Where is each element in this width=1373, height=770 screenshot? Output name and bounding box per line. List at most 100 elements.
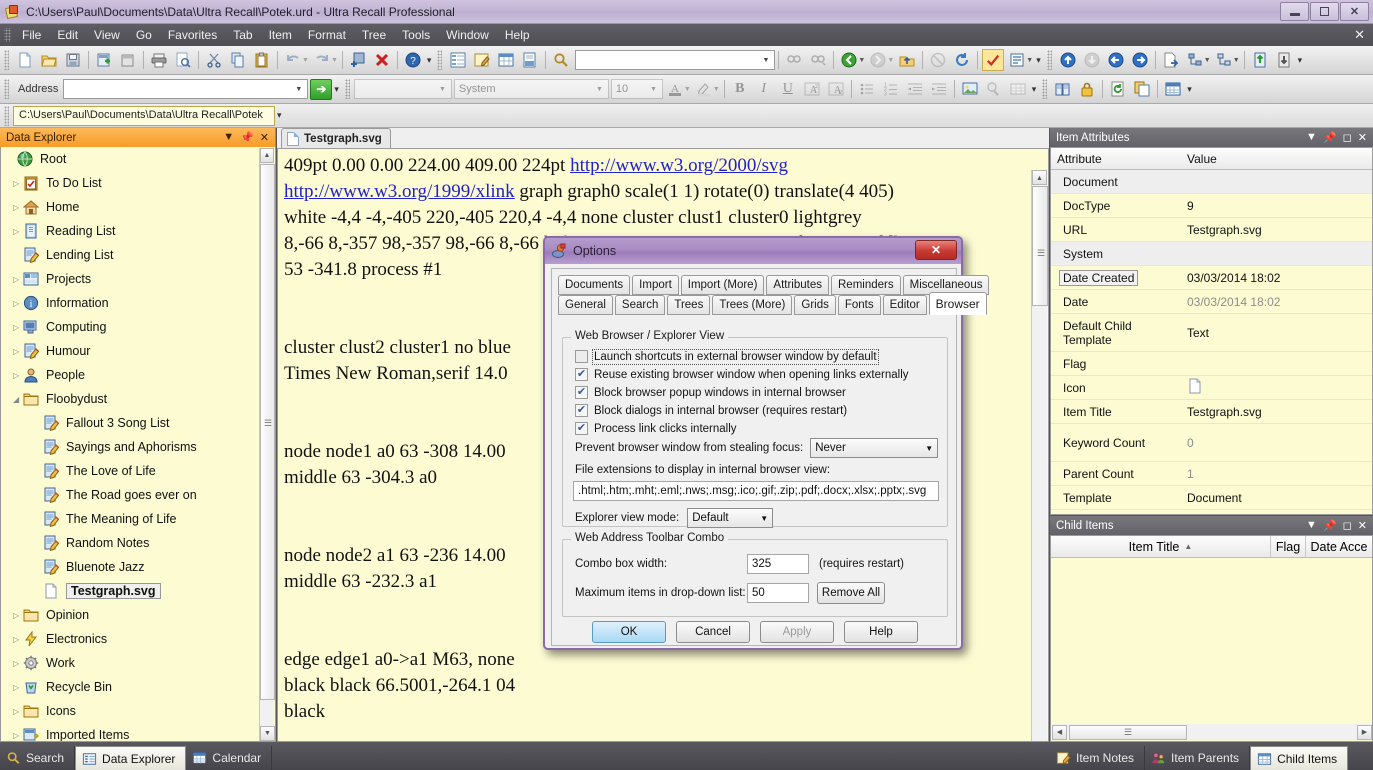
column-header-item-title[interactable]: Item Title ▲	[1051, 536, 1271, 557]
expander-icon[interactable]: ▷	[13, 635, 23, 644]
pin-icon[interactable]: 📌	[240, 131, 254, 144]
tree-item-opinion[interactable]: ▷ Opinion	[1, 603, 275, 627]
tree-item-computing[interactable]: ▷ Computing	[1, 315, 275, 339]
tree-item-to-do-list[interactable]: ▷ To Do List	[1, 171, 275, 195]
search-combo[interactable]: ▼	[575, 50, 776, 70]
cut-icon[interactable]	[203, 49, 225, 71]
insert-item-icon[interactable]	[347, 49, 369, 71]
options-tab-grids[interactable]: Grids	[794, 295, 836, 315]
scroll-thumb[interactable]: ☰	[1069, 724, 1187, 740]
expander-icon[interactable]: ▷	[13, 227, 23, 236]
bottom-tab-item-parents[interactable]: Item Parents	[1145, 746, 1251, 770]
lock-icon[interactable]	[1076, 78, 1098, 100]
move-down-icon[interactable]	[1081, 49, 1103, 71]
font-color-icon[interactable]: A	[664, 78, 686, 100]
options-tab-search[interactable]: Search	[614, 295, 666, 315]
toolbar-overflow-icon-2[interactable]: ▾	[1036, 55, 1041, 66]
toolbar-grip-1[interactable]	[4, 50, 9, 70]
options-tab-attributes[interactable]: Attributes	[766, 275, 829, 295]
tree-item-testgraph-svg[interactable]: Testgraph.svg	[1, 579, 275, 603]
options-tab-editor[interactable]: Editor	[882, 295, 927, 315]
font-name-combo[interactable]: System ▼	[453, 79, 609, 99]
bottom-tab-data-explorer[interactable]: Data Explorer	[75, 746, 187, 770]
panel-close-icon[interactable]: ✕	[1358, 519, 1367, 532]
chevron-down-icon[interactable]: ▼	[593, 86, 606, 93]
refresh-icon[interactable]	[951, 49, 973, 71]
new-child-item-icon[interactable]	[117, 49, 139, 71]
chevron-down-icon[interactable]: ▼	[647, 86, 660, 93]
tree-vertical-scrollbar[interactable]: ▲ ☰ ▼	[259, 148, 275, 741]
attribute-value[interactable]: Testgraph.svg	[1181, 405, 1372, 419]
tree-item-recycle-bin[interactable]: ▷ Recycle Bin	[1, 675, 275, 699]
attribute-value[interactable]: Text	[1181, 326, 1372, 340]
menu-item-tree[interactable]: Tree	[354, 25, 394, 45]
attribute-row[interactable]: System	[1051, 242, 1372, 266]
paste-icon[interactable]	[251, 49, 273, 71]
menu-item-file[interactable]: File	[14, 25, 49, 45]
undo-icon[interactable]	[282, 49, 304, 71]
scroll-down-arrow[interactable]: ▼	[260, 726, 275, 741]
print-preview-icon[interactable]	[172, 49, 194, 71]
tree-item-people[interactable]: ▷ People	[1, 363, 275, 387]
demote-icon[interactable]	[1129, 49, 1151, 71]
prevent-focus-combo[interactable]: Never ▼	[810, 438, 939, 458]
minimize-button[interactable]	[1280, 2, 1309, 21]
chevron-down-icon[interactable]: ▼	[759, 57, 772, 64]
menu-item-go[interactable]: Go	[128, 25, 160, 45]
tree-item-home[interactable]: ▷ Home	[1, 195, 275, 219]
attribute-row[interactable]: Icon	[1051, 376, 1372, 400]
search-icon[interactable]	[550, 49, 572, 71]
pin-icon[interactable]: 📌	[1323, 131, 1337, 144]
column-header-date-accessed[interactable]: Date Acce	[1306, 536, 1372, 557]
chevron-down-icon[interactable]: ▼	[436, 86, 449, 93]
copy-icon[interactable]	[227, 49, 249, 71]
properties-icon[interactable]	[1006, 49, 1028, 71]
checkbox-row[interactable]: Block dialogs in internal browser (requi…	[575, 404, 939, 417]
notes-view-icon[interactable]	[471, 49, 493, 71]
bottom-tab-calendar[interactable]: Calendar	[186, 746, 273, 770]
decrease-indent-icon[interactable]	[904, 78, 926, 100]
attribute-row[interactable]: URL Testgraph.svg	[1051, 218, 1372, 242]
menu-item-favorites[interactable]: Favorites	[160, 25, 225, 45]
data-explorer-tree[interactable]: ▲ ☰ ▼ Root ▷ To Do List ▷ Home ▷ Reading List L…	[0, 147, 276, 742]
attribute-value[interactable]: Testgraph.svg	[1181, 223, 1372, 237]
checkbox-row[interactable]: Process link clicks internally	[575, 422, 939, 435]
numbered-list-icon[interactable]: 123	[880, 78, 902, 100]
close-document-icon[interactable]: ✕	[1354, 27, 1365, 43]
options-tab-reminders[interactable]: Reminders	[831, 275, 901, 295]
font-size-combo[interactable]: 10 ▼	[610, 79, 663, 99]
options-tab-import-more[interactable]: Import (More)	[680, 275, 765, 295]
svg-namespace-link[interactable]: http://www.w3.org/2000/svg	[570, 155, 788, 176]
format-overflow-icon[interactable]: ▾	[1032, 84, 1037, 95]
document-tab[interactable]: Testgraph.svg	[281, 128, 391, 148]
move-up-icon[interactable]	[1057, 49, 1079, 71]
options-tab-trees-more[interactable]: Trees (More)	[712, 295, 793, 315]
attribute-row[interactable]: Parent Count 1	[1051, 462, 1372, 486]
toolbar-overflow-icon[interactable]: ▾	[427, 55, 432, 66]
explorer-view-mode-combo[interactable]: Default ▼	[687, 508, 774, 528]
maximize-icon[interactable]: ◻	[1343, 131, 1352, 144]
menu-item-tools[interactable]: Tools	[394, 25, 438, 45]
export-icon[interactable]	[1160, 49, 1182, 71]
font-color-dropdown-icon[interactable]: ▼	[684, 86, 691, 93]
path-toolbar-grip[interactable]	[4, 105, 9, 126]
scroll-up-arrow[interactable]: ▲	[260, 148, 274, 163]
tree-item-icons[interactable]: ▷ Icons	[1, 699, 275, 723]
chevron-down-icon[interactable]: ▼	[292, 86, 305, 93]
find-next-icon[interactable]	[807, 49, 829, 71]
column-header-flag[interactable]: Flag	[1271, 536, 1306, 557]
attribute-row[interactable]: Keyword Count 0	[1051, 424, 1372, 462]
new-item-icon[interactable]	[93, 49, 115, 71]
menu-grip[interactable]	[4, 28, 11, 42]
panel-menu-icon[interactable]: ▼	[223, 131, 234, 144]
restore-button[interactable]	[1310, 2, 1339, 21]
bottom-tab-search[interactable]: Search	[0, 746, 76, 770]
attribute-row[interactable]: DocType 9	[1051, 194, 1372, 218]
checkbox-checked-icon[interactable]	[575, 404, 588, 417]
scroll-left-arrow[interactable]: ◀	[1052, 724, 1067, 740]
attribute-row[interactable]: Item Title Testgraph.svg	[1051, 400, 1372, 424]
menu-item-format[interactable]: Format	[300, 25, 354, 45]
column-header-attribute[interactable]: Attribute	[1051, 152, 1181, 166]
panel-menu-icon[interactable]: ▼	[1306, 131, 1317, 144]
tree-item-information[interactable]: ▷ i Information	[1, 291, 275, 315]
